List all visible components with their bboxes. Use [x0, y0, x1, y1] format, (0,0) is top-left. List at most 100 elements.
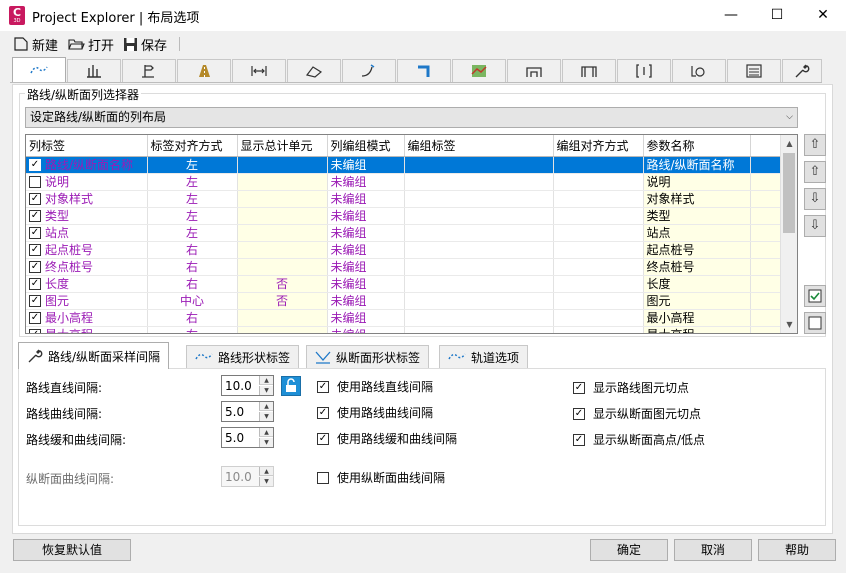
total-cell[interactable] [237, 156, 328, 174]
filler-cell[interactable] [750, 156, 781, 174]
parameter-name-cell[interactable]: 图元 [643, 292, 751, 310]
lock-button[interactable] [281, 376, 301, 396]
parameter-name-cell[interactable]: 长度 [643, 275, 751, 293]
filler-cell[interactable] [750, 326, 781, 333]
column-header[interactable]: 参数名称 [643, 135, 751, 157]
parameter-name-cell[interactable]: 最大高程 [643, 326, 751, 333]
uncheck-all-button[interactable] [804, 312, 826, 334]
column-label-cell[interactable]: 对象样式 [26, 190, 148, 208]
spin-down-icon[interactable]: ▼ [259, 438, 273, 447]
group-align-cell[interactable] [553, 190, 644, 208]
tab-6[interactable] [287, 59, 341, 82]
parameter-name-cell[interactable]: 站点 [643, 224, 751, 242]
checkbox[interactable] [317, 432, 329, 445]
row-checkbox[interactable] [29, 328, 41, 333]
show-profile-highlow-checkbox[interactable]: 显示纵断面高点/低点 [573, 431, 705, 448]
checkbox[interactable] [573, 433, 585, 446]
column-label-cell[interactable]: 最大高程 [26, 326, 148, 333]
table-row[interactable]: 终点桩号 右 未编组 终点桩号 [26, 258, 781, 276]
column-header[interactable]: 列标签 [26, 135, 148, 157]
group-align-cell[interactable] [553, 292, 644, 310]
tab-2[interactable] [67, 59, 121, 82]
save-button[interactable]: 保存 [123, 34, 167, 54]
total-cell[interactable] [237, 207, 328, 225]
new-button[interactable]: 新建 [13, 34, 58, 54]
group-mode-cell[interactable]: 未编组 [327, 258, 405, 276]
filler-cell[interactable] [750, 224, 781, 242]
align-cell[interactable]: 右 [147, 275, 238, 293]
table-row[interactable]: 最大高程 右 未编组 最大高程 [26, 326, 781, 333]
group-mode-cell[interactable]: 未编组 [327, 190, 405, 208]
filler-cell[interactable] [750, 173, 781, 191]
align-cell[interactable]: 左 [147, 207, 238, 225]
table-row[interactable]: 类型 左 未编组 类型 [26, 207, 781, 225]
group-label-cell[interactable] [404, 292, 554, 310]
filler-cell[interactable] [750, 258, 781, 276]
curve-interval-value[interactable]: 5.0 [225, 405, 244, 419]
row-checkbox[interactable] [29, 294, 41, 307]
table-row[interactable]: 说明 左 未编组 说明 [26, 173, 781, 191]
column-header[interactable]: 编组对齐方式 [553, 135, 644, 157]
align-cell[interactable]: 左 [147, 190, 238, 208]
tab-alignment-profile[interactable] [12, 57, 66, 82]
cancel-button[interactable]: 取消 [674, 539, 752, 561]
use-line-interval-checkbox[interactable]: 使用路线直线间隔 [317, 378, 433, 395]
table-row[interactable]: 路线/纵断面名称左未编组路线/纵断面名称 [26, 156, 781, 174]
align-cell[interactable]: 右 [147, 258, 238, 276]
align-cell[interactable]: 中心 [147, 292, 238, 310]
layout-dropdown[interactable]: 设定路线/纵断面的列布局 ⌵ [25, 107, 798, 128]
group-label-cell[interactable] [404, 241, 554, 259]
parameter-name-cell[interactable]: 类型 [643, 207, 751, 225]
align-cell[interactable]: 右 [147, 309, 238, 327]
use-spiral-interval-checkbox[interactable]: 使用路线缓和曲线间隔 [317, 430, 457, 447]
group-label-cell[interactable] [404, 275, 554, 293]
use-curve-interval-checkbox[interactable]: 使用路线曲线间隔 [317, 404, 433, 421]
group-label-cell[interactable] [404, 258, 554, 276]
row-checkbox[interactable] [29, 192, 41, 205]
tab-profile-shape-labels[interactable]: 纵断面形状标签 [306, 345, 430, 368]
group-align-cell[interactable] [553, 326, 644, 333]
column-label-cell[interactable]: 说明 [26, 173, 148, 191]
tab-rail-options[interactable]: 轨道选项 [439, 345, 529, 368]
move-up-button[interactable]: ⇧ [804, 161, 826, 183]
group-label-cell[interactable] [404, 207, 554, 225]
group-mode-cell[interactable]: 未编组 [327, 241, 405, 259]
group-mode-cell[interactable]: 未编组 [327, 326, 405, 333]
total-cell[interactable]: 否 [237, 292, 328, 310]
ok-button[interactable]: 确定 [590, 539, 668, 561]
total-cell[interactable] [237, 241, 328, 259]
align-cell[interactable]: 左 [147, 156, 238, 174]
row-checkbox[interactable] [29, 209, 41, 222]
tab-sampling-interval[interactable]: 路线/纵断面采样间隔 [18, 342, 170, 369]
tab-13[interactable] [672, 59, 726, 82]
total-cell[interactable] [237, 224, 328, 242]
row-checkbox[interactable] [29, 175, 41, 188]
filler-cell[interactable] [750, 275, 781, 293]
row-checkbox[interactable] [29, 277, 41, 290]
tab-12[interactable] [617, 59, 671, 82]
spin-down-icon[interactable]: ▼ [259, 386, 273, 395]
column-label-cell[interactable]: 站点 [26, 224, 148, 242]
column-label-cell[interactable]: 图元 [26, 292, 148, 310]
tab-alignment-shape-labels[interactable]: 路线形状标签 [186, 345, 300, 368]
column-header[interactable]: 显示总计单元 [237, 135, 328, 157]
group-mode-cell[interactable]: 未编组 [327, 275, 405, 293]
column-label-cell[interactable]: 路线/纵断面名称 [26, 156, 148, 174]
group-mode-cell[interactable]: 未编组 [327, 207, 405, 225]
parameter-name-cell[interactable]: 对象样式 [643, 190, 751, 208]
spiral-interval-spinner[interactable]: 5.0 ▲ ▼ [221, 427, 274, 448]
column-label-cell[interactable]: 起点桩号 [26, 241, 148, 259]
group-label-cell[interactable] [404, 326, 554, 333]
show-profile-tangent-checkbox[interactable]: 显示纵断面图元切点 [573, 405, 701, 422]
table-row[interactable]: 最小高程 右 未编组 最小高程 [26, 309, 781, 327]
align-cell[interactable]: 右 [147, 326, 238, 333]
column-header[interactable]: 列编组模式 [327, 135, 405, 157]
scroll-up-arrow-icon[interactable]: ▲ [781, 135, 798, 152]
total-cell[interactable] [237, 309, 328, 327]
group-mode-cell[interactable]: 未编组 [327, 224, 405, 242]
check-all-button[interactable] [804, 285, 826, 307]
line-interval-spinner[interactable]: 10.0 ▲ ▼ [221, 375, 274, 396]
tab-7[interactable] [342, 59, 396, 82]
tab-11[interactable] [562, 59, 616, 82]
total-cell[interactable] [237, 190, 328, 208]
